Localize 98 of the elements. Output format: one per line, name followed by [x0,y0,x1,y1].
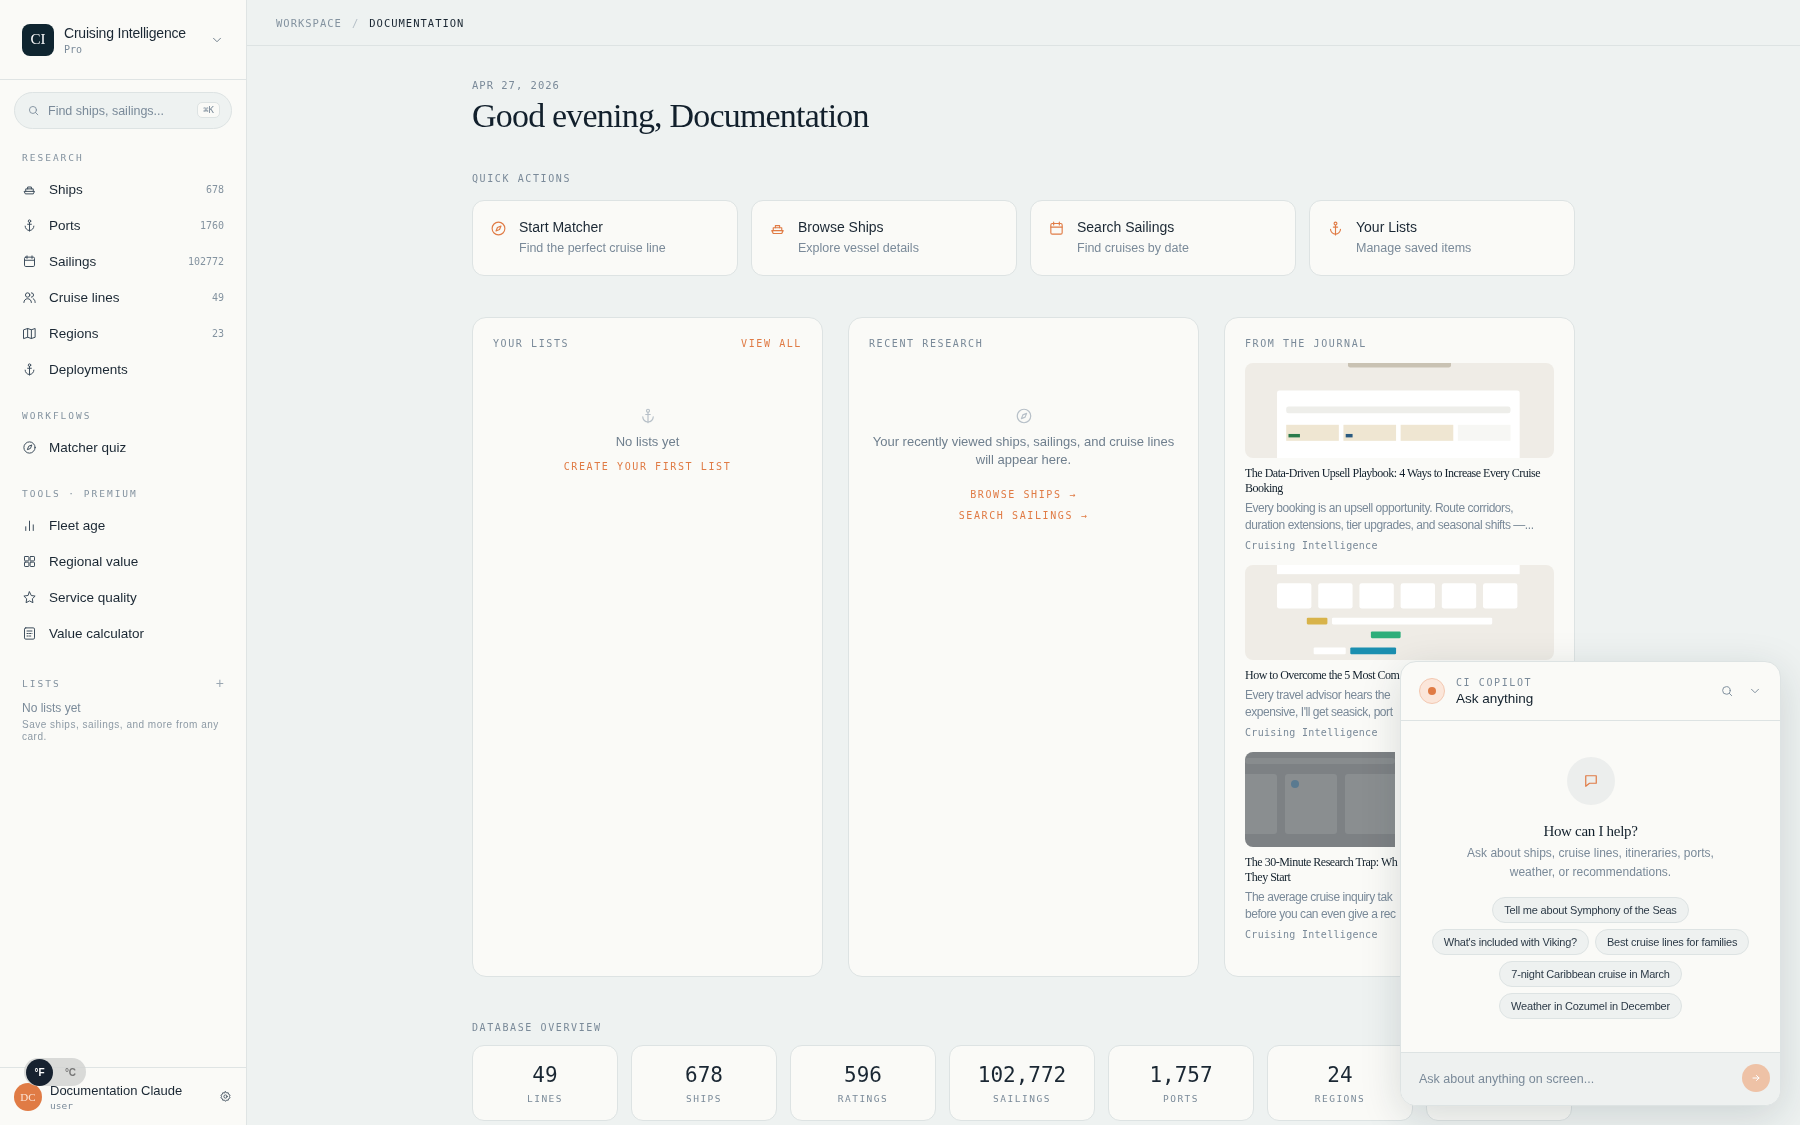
suggestion-chip[interactable]: 7-night Caribbean cruise in March [1499,961,1682,987]
shortcut-hint: ⌘K [197,102,220,118]
bar-chart-icon [22,517,37,533]
action-subtitle: Find the perfect cruise line [519,241,666,255]
stat-label: PORTS [1162,1092,1200,1104]
copilot-title: Ask anything [1456,690,1535,706]
star-icon [22,589,37,605]
article-title[interactable]: The Data-Driven Upsell Playbook: 4 Ways to Increase Every Cruise Booking [1245,466,1554,496]
section-label: QUICK ACTIONS [472,173,573,184]
nav-item[interactable]: Ships 678 [0,171,246,207]
action-subtitle: Explore vessel details [798,241,919,255]
article-source: Cruising Intelligence [1245,540,1378,551]
quick-action-card[interactable]: Search Sailings Find cruises by date [1030,200,1296,276]
user-role: user [50,1099,74,1111]
anchor-icon [22,217,37,233]
action-title: Browse Ships [798,219,885,235]
article-title[interactable]: The 30-Minute Research Trap: Wh They Start [1245,855,1398,885]
grid-icon [22,553,37,569]
plan-label: Pro [64,43,84,55]
nav-item[interactable]: Ports 1760 [0,207,246,243]
stat-label: LINES [526,1092,564,1104]
article-source: Cruising Intelligence [1245,727,1378,738]
section-label: WORKFLOWS [21,410,93,421]
article-excerpt: Every travel advisor hears the expensive, I'll get seasick, port [1245,687,1393,721]
stat-label: SAILINGS [993,1092,1051,1104]
panel-title: FROM THE JOURNAL [1245,338,1367,349]
stat-label: SHIPS [685,1092,723,1104]
hint-text: Save ships, sailings, and more from any card. [21,718,220,743]
nav-item[interactable]: Deployments [0,351,246,387]
stat-value: 596 [844,1062,882,1087]
compass-icon [22,439,37,455]
unit-toggle[interactable]: °F °C [24,1058,86,1086]
calculator-icon [22,625,37,641]
nav-item[interactable]: Cruise lines 49 [0,279,246,315]
nav-item[interactable]: Regional value [0,543,246,579]
quick-action-card[interactable]: Start Matcher Find the perfect cruise line [472,200,738,276]
nav-item[interactable]: Service quality [0,579,246,615]
nav-item[interactable]: Value calculator [0,615,246,651]
greeting-heading: Good evening, Documentation [472,97,870,135]
calendar-icon [22,253,37,269]
action-subtitle: Manage saved items [1356,241,1472,255]
stat-label: RATINGS [837,1092,889,1104]
section-label: DATABASE OVERVIEW [472,1022,603,1033]
search-icon [1720,684,1734,698]
search-icon [27,104,40,117]
action-title: Search Sailings [1077,219,1176,235]
status-icon [1419,678,1445,704]
action-title: Start Matcher [519,219,605,235]
article-excerpt: Every booking is an upsell opportunity. Route corridors, duration extensions, tier upgrades, and seasonal shifts —... [1245,500,1535,534]
arrow-icon [1750,1072,1762,1084]
people-icon [22,289,37,305]
section-label: LISTS [21,677,62,689]
empty-text: No lists yet [615,433,680,451]
article-excerpt: The average cruise inquiry tak before you can even give a rec [1245,889,1396,923]
breadcrumb-separator: / [351,16,360,29]
compass-icon [490,220,507,237]
empty-text: No lists yet [21,701,82,715]
action-subtitle: Find cruises by date [1077,241,1189,255]
anchor-icon [22,361,37,377]
suggestion-chip[interactable]: What's included with Viking? [1431,929,1589,955]
nav-item[interactable]: Sailings 102772 [0,243,246,279]
user-avatar: DC [14,1082,42,1111]
stat-value: 1,757 [1149,1062,1213,1087]
nav-item[interactable]: Regions 23 [0,315,246,351]
panel-title: YOUR LISTS [493,338,570,349]
prompt-title: How can I help? [1543,823,1638,840]
map-icon [22,325,37,341]
action-title: Your Lists [1356,219,1418,235]
stat-value: 49 [532,1062,558,1087]
brand-logo: CI [22,23,54,56]
unit-option[interactable]: °F [26,1058,53,1086]
copilot-label: CI COPILOT [1456,676,1534,688]
anchor-icon [1327,220,1344,237]
brand-name: Cruising Intelligence [64,24,187,41]
breadcrumb-item: DOCUMENTATION [369,16,465,29]
settings-icon [219,1090,232,1103]
quick-action-card[interactable]: Browse Ships Explore vessel details [751,200,1017,276]
calendar-icon [1048,220,1065,237]
empty-text: Your recently viewed ships, sailings, and cruise lines will appear here. [871,433,1176,469]
stat-value: 24 [1327,1062,1353,1087]
stat-value: 102,772 [977,1062,1067,1087]
suggestion-chip[interactable]: Tell me about Symphony of the Seas [1492,897,1689,923]
suggestion-chip[interactable]: Best cruise lines for families [1594,929,1750,955]
nav-item[interactable]: Matcher quiz [0,429,246,465]
article-title[interactable]: How to Overcome the 5 Most Com [1245,668,1400,683]
section-label: RESEARCH [21,152,85,163]
date-label: APR 27, 2026 [472,79,561,91]
suggestion-chip[interactable]: Weather in Cozumel in December [1499,993,1682,1019]
prompt-text: Ask about ships, cruise lines, itineraries, ports, weather, or recommendations. [1466,845,1715,881]
stat-label: REGIONS [1314,1092,1366,1104]
panel-title: RECENT RESEARCH [869,338,984,349]
message-field[interactable]: Ask about anything on screen... [1401,1052,1780,1105]
article-source: Cruising Intelligence [1245,929,1378,940]
section-label: TOOLS · PREMIUM [21,488,139,499]
nav-item[interactable]: Fleet age [0,507,246,543]
quick-action-card[interactable]: Your Lists Manage saved items [1309,200,1575,276]
compass-icon [1014,407,1033,425]
stat-value: 678 [685,1062,723,1087]
